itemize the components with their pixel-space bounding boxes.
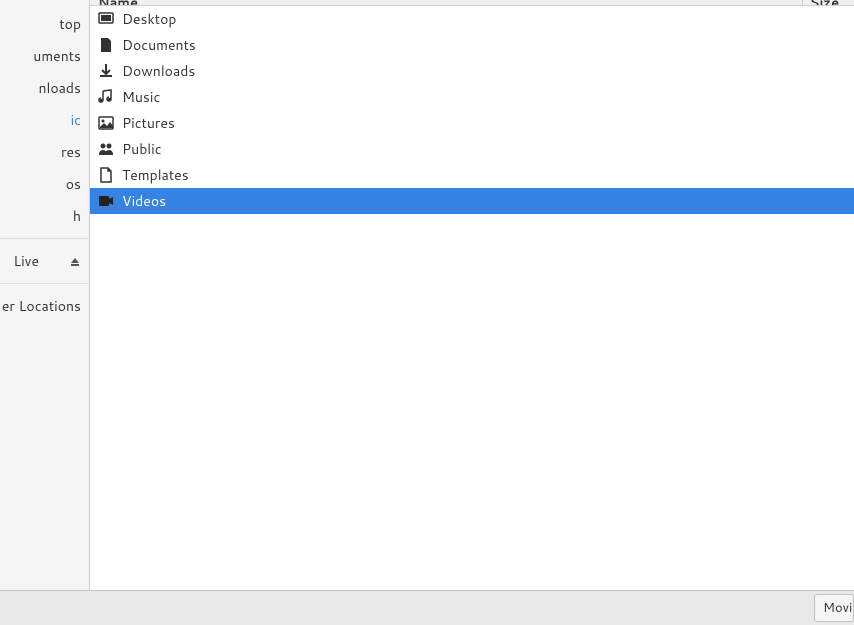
- document-icon: [98, 37, 114, 53]
- sidebar-divider: [0, 238, 89, 239]
- sidebar-item-desktop[interactable]: top: [0, 8, 89, 40]
- sidebar-divider: [0, 283, 89, 284]
- download-icon: [98, 63, 114, 79]
- file-name: Templates: [122, 165, 846, 185]
- sidebar-item-other-locations[interactable]: er Locations: [0, 290, 89, 322]
- file-row[interactable]: Downloads: [90, 58, 854, 84]
- music-icon: [98, 89, 114, 105]
- eject-icon[interactable]: [69, 255, 81, 267]
- file-row[interactable]: Music: [90, 84, 854, 110]
- bottom-bar: Movies: [0, 590, 854, 625]
- sidebar-item-mount[interactable]: Live: [0, 245, 89, 277]
- sidebar-item-downloads[interactable]: nloads: [0, 72, 89, 104]
- picture-icon: [98, 115, 114, 131]
- file-name: Music: [122, 87, 846, 107]
- sidebar-item-music[interactable]: ic: [0, 104, 89, 136]
- sidebar: top uments nloads ic res os h Live er Lo…: [0, 0, 90, 590]
- file-name: Desktop: [122, 9, 846, 29]
- sidebar-item-trash[interactable]: h: [0, 200, 89, 232]
- file-row[interactable]: Videos: [90, 188, 854, 214]
- file-row[interactable]: Pictures: [90, 110, 854, 136]
- file-row[interactable]: Documents: [90, 32, 854, 58]
- public-icon: [98, 141, 114, 157]
- file-name: Downloads: [122, 61, 846, 81]
- file-row[interactable]: Public: [90, 136, 854, 162]
- main-pane: Name Size Desktop Documents Do: [90, 0, 854, 590]
- template-icon: [98, 167, 114, 183]
- file-name: Public: [122, 139, 846, 159]
- file-row[interactable]: Desktop: [90, 6, 854, 32]
- video-icon: [98, 193, 114, 209]
- file-filter-dropdown[interactable]: Movies: [814, 594, 854, 622]
- file-name: Documents: [122, 35, 846, 55]
- file-name: Videos: [122, 191, 846, 211]
- file-list: Desktop Documents Downloads Music: [90, 6, 854, 590]
- file-name: Pictures: [122, 113, 846, 133]
- desktop-icon: [98, 11, 114, 27]
- sidebar-item-documents[interactable]: uments: [0, 40, 89, 72]
- sidebar-item-pictures[interactable]: res: [0, 136, 89, 168]
- file-row[interactable]: Templates: [90, 162, 854, 188]
- sidebar-item-videos[interactable]: os: [0, 168, 89, 200]
